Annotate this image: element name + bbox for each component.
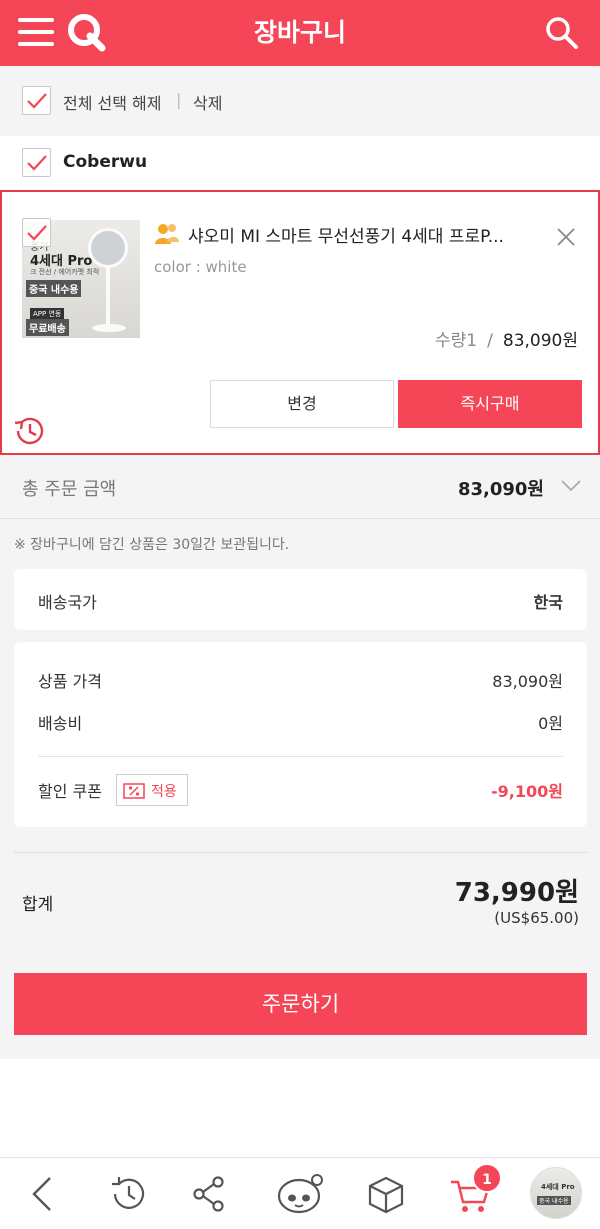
total-value: 83,090원 (457, 479, 544, 500)
slash: / (487, 331, 493, 351)
box-icon[interactable] (364, 1172, 408, 1216)
back-icon[interactable] (22, 1172, 66, 1216)
footer-space (0, 1059, 600, 1157)
grand-total-label: 합계 (22, 895, 54, 915)
quantity-price: 수량1 / 83,090원 (435, 326, 578, 351)
seller-name[interactable]: Coberwu (63, 152, 147, 172)
select-all-checkbox[interactable] (22, 86, 51, 115)
mascot-icon[interactable] (276, 1172, 326, 1216)
grand-total-value: 73,990원 (454, 878, 579, 908)
check-icon (27, 155, 47, 171)
history-icon[interactable] (12, 414, 48, 448)
thumb-text: 무료배송 (26, 319, 69, 336)
apply-coupon-button[interactable]: 적용 (116, 774, 188, 806)
select-all-bar: 전체 선택 해제 | 삭제 (0, 66, 600, 136)
shipping-country-value: 한국 (533, 593, 563, 612)
shipping-fee-label: 배송비 (38, 714, 83, 733)
shipping-country-label: 배송국가 (38, 593, 97, 612)
check-icon (27, 93, 47, 109)
close-icon[interactable] (556, 227, 576, 247)
total-order-row[interactable]: 총 주문 금액 83,090원 (0, 455, 600, 519)
separator: | (176, 90, 182, 109)
deselect-all-link[interactable]: 전체 선택 해제 (63, 90, 162, 114)
thumb-text: 중국 내수용 (26, 280, 82, 297)
top-header: 장바구니 (0, 0, 600, 66)
check-icon (27, 225, 47, 241)
product-option: color : white (154, 258, 247, 276)
storage-notice: ※ 장바구니에 담긴 상품은 30일간 보관됩니다. (14, 537, 290, 553)
coupon-label: 할인 쿠폰 (38, 782, 102, 801)
search-icon[interactable] (544, 15, 580, 51)
seller-row: Coberwu (0, 136, 600, 190)
product-card: 풍기 4세대 Pro 크 전선 / 에어카펫 최적 중국 내수용 APP 연동 … (0, 190, 600, 455)
divider (38, 756, 563, 757)
product-title[interactable]: 샤오미 MI 스마트 무선선풍기 4세대 프로P... (188, 222, 554, 247)
chevron-down-icon[interactable] (560, 479, 582, 493)
divider (14, 852, 587, 853)
item-price: 83,090원 (502, 331, 578, 351)
recent-history-icon[interactable] (106, 1172, 150, 1216)
apply-coupon-label: 적용 (151, 784, 177, 800)
cart-count-badge: 1 (472, 1163, 502, 1193)
bottom-nav (0, 1157, 600, 1229)
delete-link[interactable]: 삭제 (193, 90, 222, 114)
change-button[interactable]: 변경 (210, 380, 394, 428)
menu-icon[interactable] (18, 16, 58, 50)
order-button[interactable]: 주문하기 (14, 973, 587, 1035)
item-price-value: 83,090원 (492, 672, 563, 691)
thumb-text: 중국 내수용 (537, 1196, 571, 1205)
total-label: 총 주문 금액 (22, 479, 117, 500)
thumb-text: 4세대 Pro (541, 1183, 575, 1191)
shipping-country-panel[interactable]: 배송국가 한국 (14, 569, 587, 630)
group-buy-icon (155, 224, 179, 244)
quantity-label: 수량1 (435, 331, 478, 351)
item-price-label: 상품 가격 (38, 672, 102, 691)
buy-now-button[interactable]: 즉시구매 (398, 380, 582, 428)
share-icon[interactable] (187, 1172, 231, 1216)
coupon-discount-value: -9,100원 (491, 782, 563, 801)
coupon-icon (123, 783, 145, 799)
price-detail-panel: 상품 가격 83,090원 배송비 0원 할인 쿠폰 적용 -9,100원 (14, 642, 587, 827)
logo-q-icon[interactable] (66, 12, 106, 52)
recent-product-thumbnail[interactable]: 4세대 Pro 중국 내수용 (530, 1167, 582, 1219)
product-checkbox[interactable] (22, 218, 51, 247)
grand-total-usd: (US$65.00) (494, 909, 579, 927)
seller-checkbox[interactable] (22, 148, 51, 177)
shipping-fee-value: 0원 (538, 714, 563, 733)
thumb-text: 크 전선 / 에어카펫 최적 (30, 268, 100, 276)
